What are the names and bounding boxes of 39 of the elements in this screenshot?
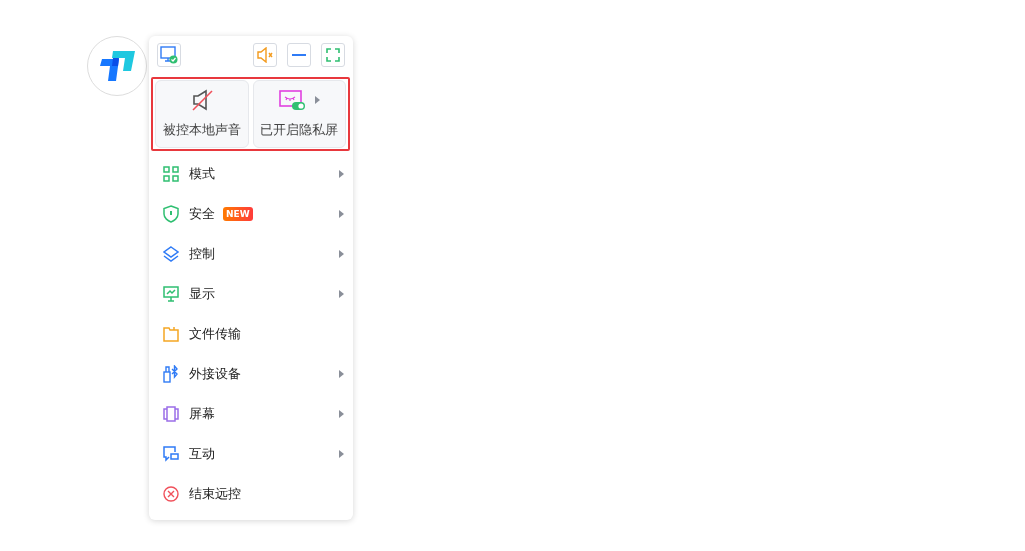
menu-item[interactable]: 模式: [151, 154, 350, 194]
logo-icon: [99, 51, 135, 81]
monitor-button[interactable]: [157, 43, 181, 67]
menu-label: 安全: [189, 205, 215, 223]
menu-label: 模式: [189, 165, 215, 183]
menu-label: 屏幕: [189, 405, 215, 423]
menu-item[interactable]: 结束远控: [151, 474, 350, 514]
minimize-icon: [292, 54, 306, 56]
menu-label: 文件传输: [189, 325, 241, 343]
quick-action-tile[interactable]: 已开启隐私屏: [252, 80, 346, 148]
close-circle-icon: [163, 486, 179, 502]
menu-item[interactable]: 控制: [151, 234, 350, 274]
screen-panels-icon: [163, 406, 179, 422]
monitor-check-icon: [160, 46, 178, 64]
device-bluetooth-icon: [163, 365, 179, 383]
shield-icon: [163, 205, 179, 223]
menu-label: 结束远控: [189, 485, 241, 503]
chat-screens-icon: [163, 446, 179, 462]
menu-item[interactable]: 安全 NEW: [151, 194, 350, 234]
menu-label: 控制: [189, 245, 215, 263]
quick-action-tile[interactable]: 被控本地声音: [155, 80, 249, 148]
folder-icon: [163, 326, 179, 342]
menu-item[interactable]: 外接设备: [151, 354, 350, 394]
fullscreen-icon: [326, 48, 340, 62]
fullscreen-button[interactable]: [321, 43, 345, 67]
speaker-button[interactable]: [253, 43, 277, 67]
layers-icon: [163, 246, 179, 262]
minimize-button[interactable]: [287, 43, 311, 67]
menu-item[interactable]: 屏幕: [151, 394, 350, 434]
menu-item[interactable]: 互动: [151, 434, 350, 474]
speaker-icon: [256, 47, 274, 63]
grid-icon: [163, 166, 179, 182]
menu-item[interactable]: 显示: [151, 274, 350, 314]
monitor-chart-icon: [163, 286, 179, 302]
new-badge: NEW: [223, 207, 253, 221]
menu-item[interactable]: 文件传输: [151, 314, 350, 354]
menu-label: 互动: [189, 445, 215, 463]
menu-label: 外接设备: [189, 365, 241, 383]
menu-label: 显示: [189, 285, 215, 303]
